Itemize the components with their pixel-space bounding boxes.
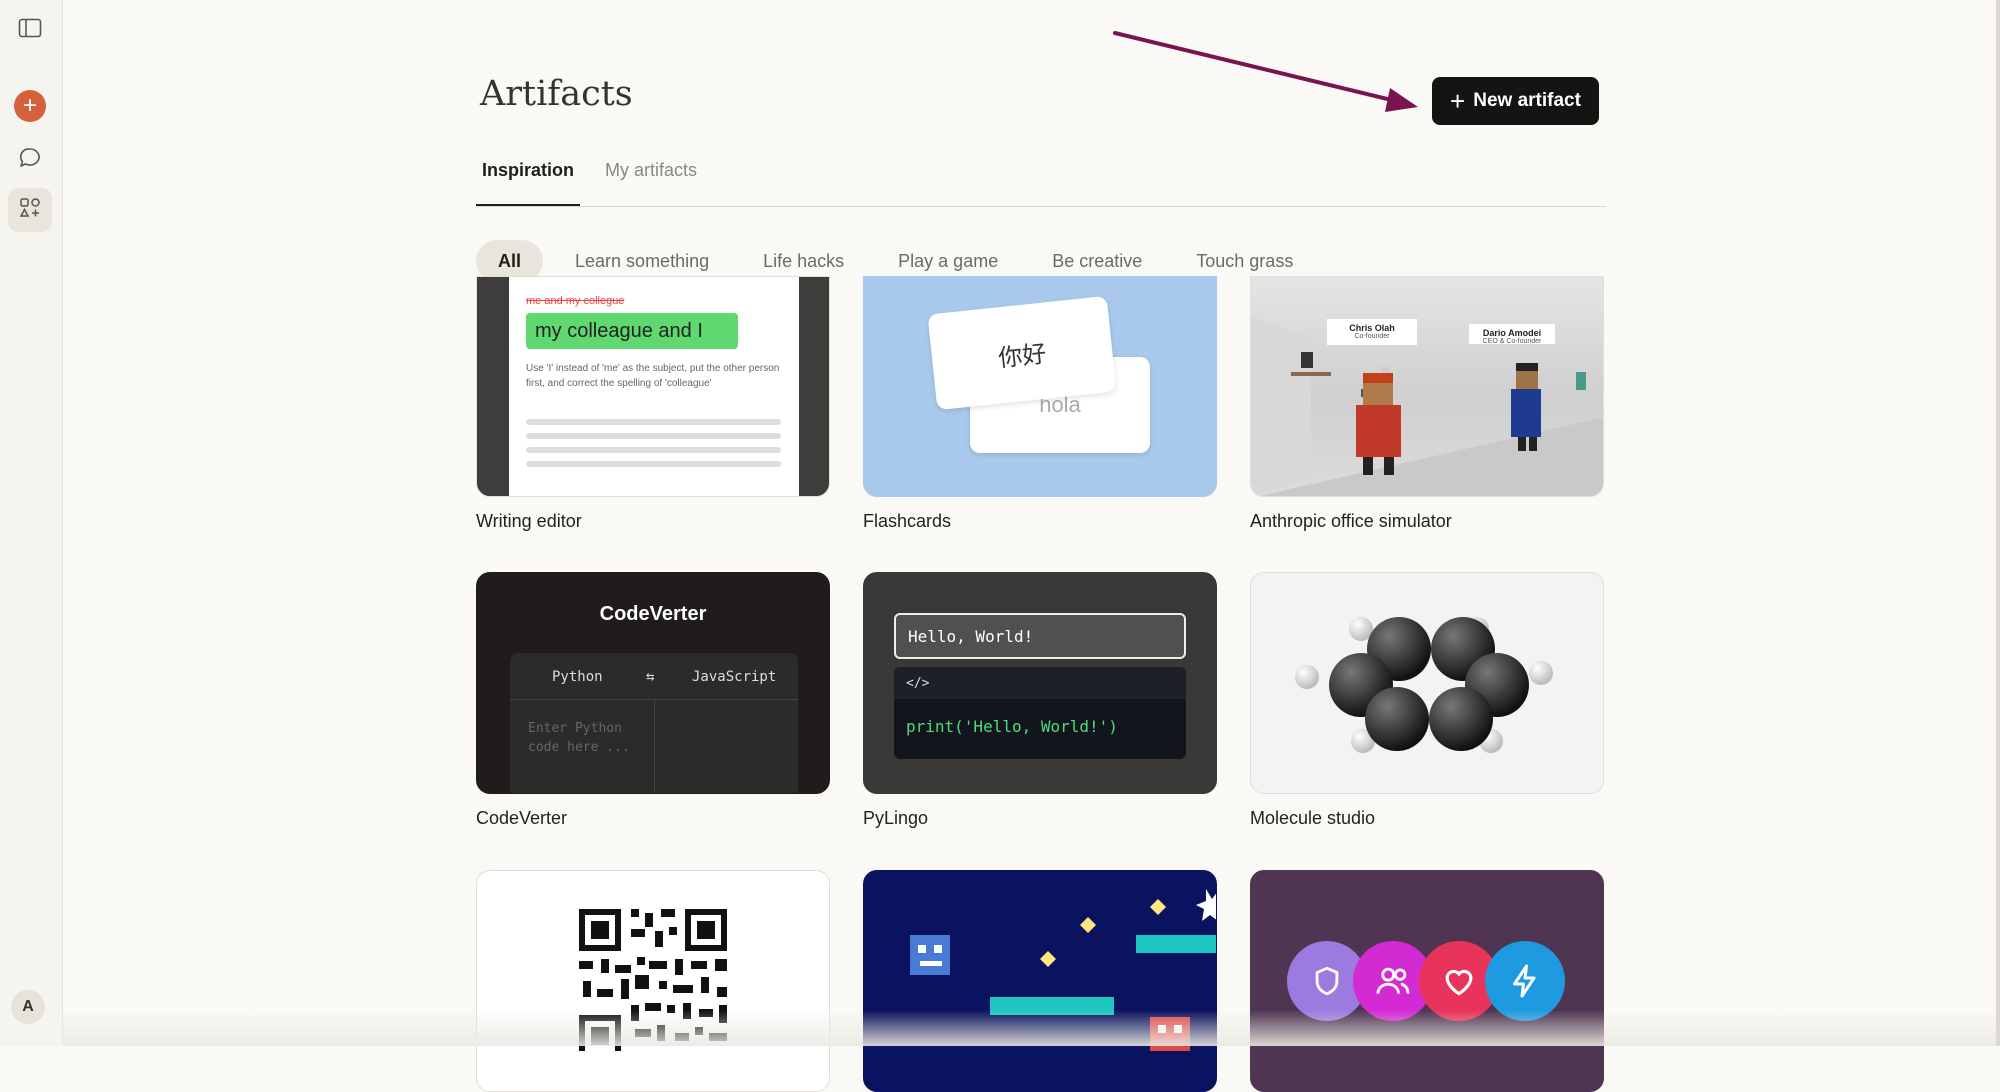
sidebar-toggle-icon [18, 18, 42, 43]
name-sign: Dario Amodei CEO & Co-founder [1469, 324, 1555, 345]
card-thumbnail: hola 你好 [863, 276, 1217, 497]
tab-bar: Inspiration My artifacts [476, 152, 1606, 207]
molecule-illustration [1295, 617, 1553, 753]
office-scene [1251, 317, 1603, 496]
artifact-card-writing-editor[interactable]: me and my collegue my colleague and I Us… [476, 276, 830, 532]
artifact-card-pylingo[interactable]: Hello, World! </> print('Hello, World!')… [863, 572, 1217, 829]
sign-role: Co-founder [1354, 333, 1390, 340]
text-line [526, 447, 781, 453]
card-thumbnail: me and my collegue my colleague and I Us… [476, 276, 830, 497]
card-title: Flashcards [863, 511, 952, 531]
text-line [526, 419, 781, 425]
lightning-icon [1485, 941, 1565, 1021]
code-block: </> print('Hello, World!') [894, 667, 1186, 759]
editor-preview: me and my collegue my colleague and I Us… [509, 277, 799, 496]
sign-name: Chris Olah [1349, 323, 1395, 333]
artifact-card-flashcards[interactable]: hola 你好 Flashcards [863, 276, 1217, 532]
card-title: Writing editor [476, 511, 582, 531]
card-thumbnail: Chris Olah Co-founder Dario Amodei CEO &… [1250, 276, 1604, 497]
page-title: Artifacts [480, 74, 633, 114]
preview-heading: CodeVerter [599, 603, 707, 625]
code-line: print('Hello, World!') [906, 717, 1118, 736]
card-thumbnail [1250, 870, 1604, 1092]
artifact-card-office-simulator[interactable]: Chris Olah Co-founder Dario Amodei CEO &… [1250, 276, 1604, 532]
artifact-card-platformer-game[interactable] [863, 870, 1217, 1092]
chat-bubble-icon [18, 146, 42, 175]
phrase-input: Hello, World! [894, 613, 1186, 659]
divider [654, 699, 655, 793]
artifacts-icon [18, 196, 42, 225]
artifact-card-molecule-studio[interactable]: Molecule studio [1250, 572, 1604, 829]
card-title: Molecule studio [1250, 808, 1376, 828]
text-line [526, 433, 781, 439]
plus-icon: + [1450, 86, 1466, 116]
converter-panel: Python ⇆ JavaScript Enter Python code he… [510, 653, 798, 793]
artifact-card-values[interactable] [1250, 870, 1604, 1092]
new-artifact-button[interactable]: + New artifact [1432, 77, 1599, 125]
correction-note: Use 'I' instead of 'me' as the subject, … [526, 363, 780, 389]
card-thumbnail: CodeVerter Python ⇆ JavaScript Enter Pyt… [476, 572, 830, 794]
source-language: Python [552, 669, 603, 685]
code-icon: </> [894, 667, 1186, 699]
tab-my-artifacts[interactable]: My artifacts [599, 160, 703, 206]
artifact-card-codeverter[interactable]: CodeVerter Python ⇆ JavaScript Enter Pyt… [476, 572, 830, 829]
sign-role: CEO & Co-founder [1482, 338, 1542, 345]
chats-button[interactable] [8, 138, 52, 182]
card-thumbnail [476, 870, 830, 1092]
plus-icon: + [14, 90, 46, 122]
flashcard-front: 你好 [927, 295, 1117, 411]
text-line [526, 461, 781, 467]
window-edge [1996, 0, 2000, 1046]
target-language: JavaScript [692, 669, 777, 685]
card-title: CodeVerter [476, 808, 568, 828]
swap-icon: ⇆ [646, 669, 655, 685]
sidebar: + A [0, 0, 63, 1046]
card-thumbnail: Hello, World! </> print('Hello, World!') [863, 572, 1217, 794]
user-avatar[interactable]: A [11, 990, 45, 1024]
tab-inspiration[interactable]: Inspiration [476, 160, 581, 206]
new-artifact-label: New artifact [1473, 90, 1581, 111]
card-thumbnail [863, 870, 1217, 1092]
card-title: PyLingo [863, 808, 929, 828]
corrected-text: my colleague and I [526, 313, 738, 349]
sign-name: Dario Amodei [1482, 328, 1542, 338]
artifacts-nav-button[interactable] [8, 188, 52, 232]
annotation-arrow [1113, 31, 1418, 112]
artifact-card-qr-generator[interactable] [476, 870, 830, 1092]
name-sign: Chris Olah Co-founder [1327, 319, 1417, 345]
code-placeholder: Enter Python code here ... [528, 721, 630, 755]
sidebar-toggle-button[interactable] [8, 8, 52, 52]
scroll-fade [62, 1010, 1996, 1046]
card-title: Anthropic office simulator [1250, 511, 1452, 531]
new-chat-button[interactable]: + [8, 84, 52, 128]
card-thumbnail [1250, 572, 1604, 794]
struck-text: me and my collegue [526, 295, 625, 307]
